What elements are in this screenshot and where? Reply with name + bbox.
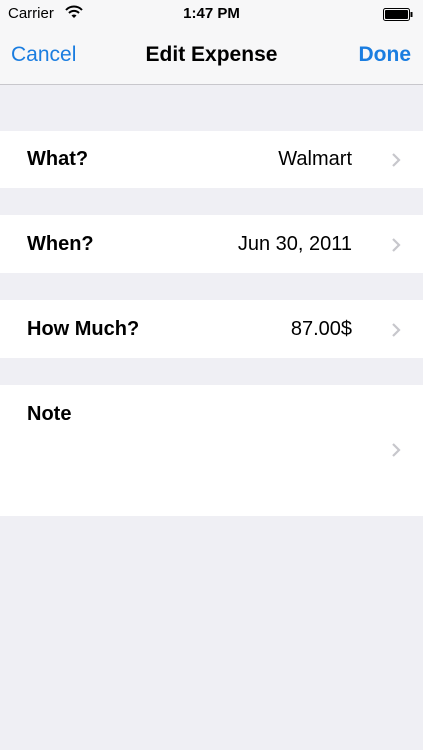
what-value: Walmart	[278, 148, 352, 170]
top-bar: Carrier 1:47 PM Cancel Edit Expense Done	[0, 0, 423, 85]
chevron-right-icon	[392, 443, 401, 457]
note-label: Note	[27, 403, 72, 425]
note-cell[interactable]: Note	[0, 385, 423, 516]
status-bar: Carrier 1:47 PM	[0, 0, 423, 28]
when-value: Jun 30, 2011	[237, 233, 352, 255]
chevron-right-icon	[392, 323, 401, 337]
how-much-label: How Much?	[27, 318, 140, 340]
navigation-bar: Cancel Edit Expense Done	[0, 28, 423, 84]
status-time: 1:47 PM	[183, 5, 240, 22]
done-button[interactable]: Done	[359, 43, 412, 67]
chevron-right-icon	[392, 238, 401, 252]
chevron-right-icon	[392, 153, 401, 167]
when-label: When?	[27, 233, 94, 255]
how-much-value: 87.00$	[290, 318, 352, 340]
battery-icon	[383, 8, 413, 21]
when-cell[interactable]: When? Jun 30, 2011	[0, 215, 423, 273]
how-much-cell[interactable]: How Much? 87.00$	[0, 300, 423, 358]
what-cell[interactable]: What? Walmart	[0, 131, 423, 188]
what-label: What?	[27, 148, 89, 170]
